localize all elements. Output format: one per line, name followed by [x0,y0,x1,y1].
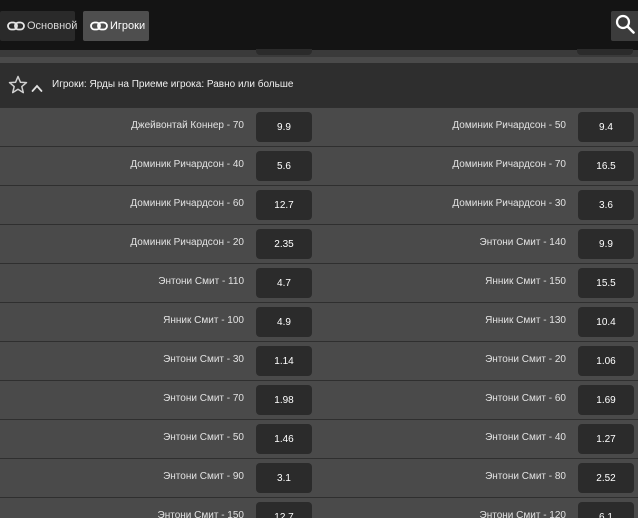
selection-label: Янник Смит - 130 [485,315,566,326]
selection-label: Энтони Смит - 150 [157,510,244,518]
selection-label: Доминик Ричардсон - 30 [452,198,566,209]
odds-button[interactable]: 1.98 [256,385,312,415]
odds-button[interactable]: 15.5 [578,268,634,298]
selection-label: Янник Смит - 100 [163,315,244,326]
odds-row: Доминик Ричардсон - 20 2.35 Энтони Смит … [0,224,638,263]
odds-row: Янник Смит - 100 4.9 Янник Смит - 130 10… [0,302,638,341]
odds-button[interactable]: 6.1 [578,502,634,518]
top-tab-bar: Основной Игроки [0,0,638,50]
tab-players[interactable]: Игроки [83,11,149,41]
selection-label: Энтони Смит - 50 [163,432,244,443]
tab-main-label: Основной [27,20,78,32]
odds-row: Энтони Смит - 110 4.7 Янник Смит - 150 1… [0,263,638,302]
odds-button-stub [256,49,312,55]
chevron-up-icon[interactable] [31,80,43,92]
odds-button[interactable]: 2.35 [256,229,312,259]
odds-list: Джейвонтай Коннер - 70 9.9 Доминик Ричар… [0,107,638,518]
selection-label: Янник Смит - 150 [485,276,566,287]
selection-label: Энтони Смит - 120 [479,510,566,518]
odds-button[interactable]: 1.27 [578,424,634,454]
odds-button[interactable]: 1.46 [256,424,312,454]
odds-button[interactable]: 5.6 [256,151,312,181]
market-title: Игроки: Ярды на Приеме игрока: Равно или… [52,79,294,90]
search-button[interactable] [611,11,638,41]
odds-button[interactable]: 9.4 [578,112,634,142]
selection-label: Энтони Смит - 140 [479,237,566,248]
star-icon[interactable] [8,75,28,95]
selection-label: Энтони Смит - 70 [163,393,244,404]
odds-button[interactable]: 4.9 [256,307,312,337]
odds-button[interactable]: 16.5 [578,151,634,181]
odds-button[interactable]: 10.4 [578,307,634,337]
odds-button[interactable]: 12.7 [256,190,312,220]
tab-players-label: Игроки [110,20,146,32]
tab-main[interactable]: Основной [0,11,78,41]
selection-label: Энтони Смит - 90 [163,471,244,482]
previous-market-remnant [0,49,638,57]
odds-button[interactable]: 9.9 [256,112,312,142]
odds-row: Энтони Смит - 50 1.46 Энтони Смит - 40 1… [0,419,638,458]
odds-button[interactable]: 1.06 [578,346,634,376]
odds-row: Энтони Смит - 150 12.7 Энтони Смит - 120… [0,497,638,518]
selection-label: Энтони Смит - 60 [485,393,566,404]
odds-row: Энтони Смит - 90 3.1 Энтони Смит - 80 2.… [0,458,638,497]
selection-label: Энтони Смит - 40 [485,432,566,443]
odds-button[interactable]: 12.7 [256,502,312,518]
odds-row: Джейвонтай Коннер - 70 9.9 Доминик Ричар… [0,107,638,146]
selection-label: Доминик Ричардсон - 50 [452,120,566,131]
link-icon [7,21,25,31]
selection-label: Энтони Смит - 20 [485,354,566,365]
odds-button[interactable]: 3.1 [256,463,312,493]
search-icon [615,14,635,39]
selection-label: Энтони Смит - 110 [158,276,244,287]
selection-label: Энтони Смит - 30 [163,354,244,365]
odds-row: Доминик Ричардсон - 40 5.6 Доминик Ричар… [0,146,638,185]
selection-label: Доминик Ричардсон - 60 [130,198,244,209]
odds-button[interactable]: 1.14 [256,346,312,376]
market-header[interactable]: Игроки: Ярды на Приеме игрока: Равно или… [0,63,638,107]
odds-row: Энтони Смит - 70 1.98 Энтони Смит - 60 1… [0,380,638,419]
selection-label: Доминик Ричардсон - 70 [452,159,566,170]
odds-button[interactable]: 1.69 [578,385,634,415]
odds-button[interactable]: 4.7 [256,268,312,298]
odds-row: Энтони Смит - 30 1.14 Энтони Смит - 20 1… [0,341,638,380]
link-icon [90,21,108,31]
odds-button[interactable]: 9.9 [578,229,634,259]
selection-label: Доминик Ричардсон - 40 [130,159,244,170]
odds-row: Доминик Ричардсон - 60 12.7 Доминик Рича… [0,185,638,224]
selection-label: Энтони Смит - 80 [485,471,566,482]
selection-label: Джейвонтай Коннер - 70 [131,120,244,131]
selection-label: Доминик Ричардсон - 20 [130,237,244,248]
odds-button[interactable]: 3.6 [578,190,634,220]
odds-button[interactable]: 2.52 [578,463,634,493]
odds-button-stub [577,49,633,55]
